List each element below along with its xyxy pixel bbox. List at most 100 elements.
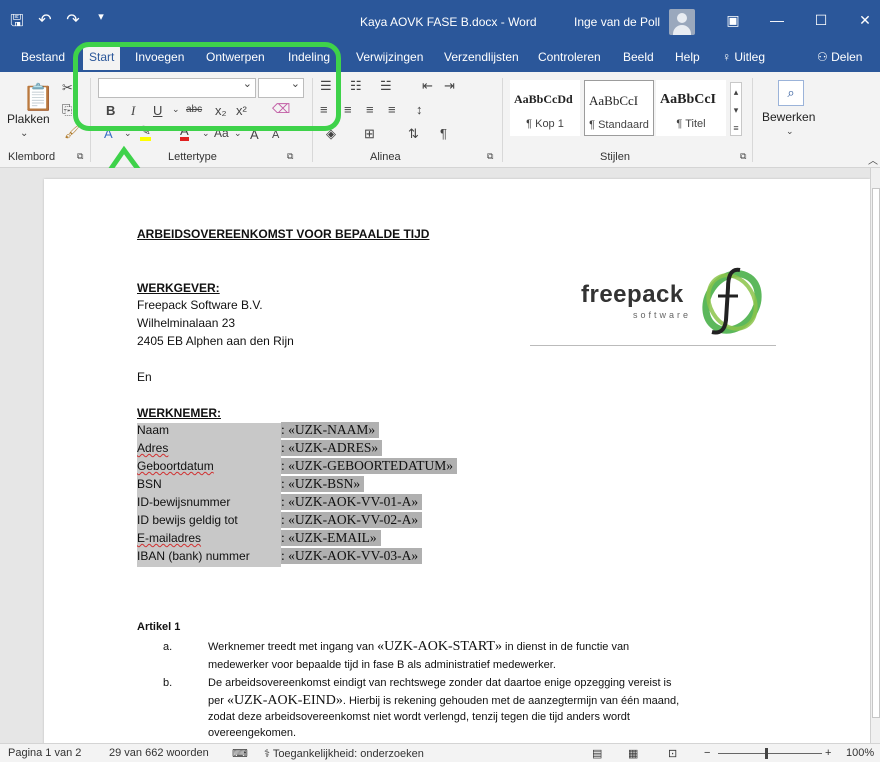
list-line: Werknemer treedt met ingang van «UZK-AOK… (208, 639, 630, 654)
tab-controleren[interactable]: Controleren (538, 50, 601, 64)
divider (502, 78, 503, 162)
decrease-indent-icon[interactable]: ⇤ (422, 78, 433, 94)
web-layout-icon[interactable]: ⊡ (668, 747, 677, 760)
zoom-level[interactable]: 100% (846, 747, 874, 759)
scrollbar-thumb[interactable] (872, 188, 880, 718)
increase-indent-icon[interactable]: ⇥ (444, 78, 455, 94)
title-bar: 🖫 ↶ ↷ ▾ Kaya AOVK FASE B.docx - Word Ing… (0, 0, 880, 44)
field-label: ID bewijs geldig tot (137, 513, 281, 531)
list-marker: a. (163, 641, 173, 653)
person-icon: ⚇ (817, 50, 828, 64)
multilevel-list-icon[interactable]: ☱ (380, 78, 392, 94)
minimize-button[interactable]: — (762, 8, 792, 32)
zoom-in-button[interactable]: + (825, 747, 831, 759)
edit-dropdown-icon[interactable]: ⌄ (786, 126, 794, 137)
style-kop1[interactable]: AaBbCcDd ¶ Kop 1 (510, 80, 580, 136)
employer-line: Wilhelminalaan 23 (137, 316, 236, 330)
tab-help[interactable]: Help (675, 50, 700, 64)
divider (752, 78, 753, 162)
read-mode-icon[interactable]: ▤ (592, 747, 602, 760)
tab-bestand[interactable]: Bestand (21, 50, 65, 64)
redo-icon[interactable]: ↷ (64, 10, 82, 37)
document-title: Kaya AOVK FASE B.docx - Word (360, 15, 537, 29)
quick-access-toolbar: 🖫 ↶ ↷ ▾ (8, 10, 110, 37)
group-label-stijlen: Stijlen (600, 151, 630, 163)
paragraph-launcher-icon[interactable]: ⧉ (487, 151, 493, 162)
field-value: : «UZK-EMAIL» (281, 530, 381, 546)
edit-button[interactable]: Bewerken (762, 110, 815, 124)
field-value: : «UZK-AOK-VV-03-A» (281, 548, 423, 564)
sort-icon[interactable]: ⇅ (408, 126, 419, 142)
logo-wordmark: freepack (581, 281, 684, 308)
customize-qat-icon[interactable]: ▾ (92, 10, 110, 37)
styles-scroll[interactable]: ▴ ▾ ≡ (730, 82, 742, 136)
field-label: IBAN (bank) nummer (137, 549, 281, 567)
group-label-klembord: Klembord (8, 151, 56, 163)
employee-label: WERKNEMER: (137, 406, 221, 420)
copy-icon[interactable]: ⎘ (62, 102, 72, 118)
zoom-slider[interactable] (718, 753, 822, 754)
field-value: : «UZK-AOK-VV-01-A» (281, 494, 423, 510)
maximize-button[interactable]: ☐ (806, 8, 836, 32)
accessibility-status[interactable]: ⚕ Toegankelijkheid: onderzoeken (264, 747, 424, 760)
field-label: E-mailadres (137, 531, 281, 549)
style-standaard[interactable]: AaBbCcI ¶ Standaard (584, 80, 654, 136)
list-line: De arbeidsovereenkomst eindigt van recht… (208, 677, 672, 689)
save-icon[interactable]: 🖫 (8, 10, 26, 37)
cut-icon[interactable]: ✂ (62, 80, 73, 96)
employer-line: Freepack Software B.V. (137, 298, 263, 312)
list-line: medewerker voor bepaalde tijd in fase B … (208, 659, 556, 671)
style-titel[interactable]: AaBbCcI ¶ Titel (656, 80, 726, 136)
zoom-out-button[interactable]: − (704, 747, 710, 759)
logo-divider (530, 345, 776, 346)
accessibility-icon: ⚕ (264, 748, 270, 760)
artikel-title: Artikel 1 (137, 621, 181, 633)
justify-icon[interactable]: ≡ (388, 102, 396, 117)
field-label: ID-bewijsnummer (137, 495, 281, 513)
undo-icon[interactable]: ↶ (36, 10, 54, 37)
zoom-slider-thumb[interactable] (765, 748, 768, 759)
tab-verwijzingen[interactable]: Verwijzingen (356, 50, 423, 64)
paste-button[interactable]: Plakken (7, 112, 50, 126)
avatar[interactable] (669, 9, 695, 35)
styles-launcher-icon[interactable]: ⧉ (740, 151, 746, 162)
field-label: Naam (137, 423, 281, 441)
tab-verzendlijsten[interactable]: Verzendlijsten (444, 50, 519, 64)
tab-uitleg[interactable]: ♀ Uitleg (722, 50, 765, 64)
logo-f-icon (702, 267, 762, 335)
employer-label: WERKGEVER: (137, 281, 220, 295)
show-formatting-icon[interactable]: ¶ (440, 126, 447, 141)
page-indicator[interactable]: Pagina 1 van 2 (8, 747, 81, 759)
field-value: : «UZK-GEBOORTEDATUM» (281, 458, 458, 474)
field-label: Geboortdatum (137, 459, 281, 477)
ribbon-display-icon[interactable]: ▣ (718, 8, 748, 32)
user-name[interactable]: Inge van de Poll (574, 15, 660, 29)
field-label: Adres (137, 441, 281, 459)
word-count[interactable]: 29 van 662 woorden (109, 747, 209, 759)
paste-icon[interactable]: 📋 (22, 82, 54, 113)
group-label-alinea: Alinea (370, 151, 401, 163)
print-layout-icon[interactable]: ▦ (628, 747, 638, 760)
field-label: BSN (137, 477, 281, 495)
field-value: : «UZK-AOK-VV-02-A» (281, 512, 423, 528)
tab-beeld[interactable]: Beeld (623, 50, 654, 64)
collapse-ribbon-icon[interactable]: ︿ (868, 152, 878, 167)
search-icon[interactable]: ⌕ (778, 80, 804, 106)
group-label-lettertype: Lettertype (168, 151, 217, 163)
document-heading: ARBEIDSOVEREENKOMST VOOR BEPAALDE TIJD (137, 227, 430, 241)
close-button[interactable]: ✕ (850, 8, 880, 32)
paste-dropdown-icon[interactable]: ⌄ (20, 128, 28, 139)
proofing-icon[interactable]: ⌨ (232, 747, 248, 760)
vertical-scrollbar[interactable] (870, 168, 880, 743)
status-bar: Pagina 1 van 2 29 van 662 woorden ⌨ ⚕ To… (0, 743, 880, 762)
align-right-icon[interactable]: ≡ (366, 102, 374, 117)
share-button[interactable]: ⚇ Delen (817, 50, 862, 64)
numbering-icon[interactable]: ☷ (350, 78, 362, 94)
borders-icon[interactable]: ⊞ (364, 126, 375, 142)
line-spacing-icon[interactable]: ↕ (416, 102, 423, 117)
lightbulb-icon: ♀ (722, 50, 731, 64)
list-line: zodat deze arbeidsovereenkomst niet word… (208, 711, 630, 723)
align-center-icon[interactable]: ≡ (344, 102, 352, 117)
field-value: : «UZK-NAAM» (281, 422, 380, 438)
font-launcher-icon[interactable]: ⧉ (287, 151, 293, 162)
